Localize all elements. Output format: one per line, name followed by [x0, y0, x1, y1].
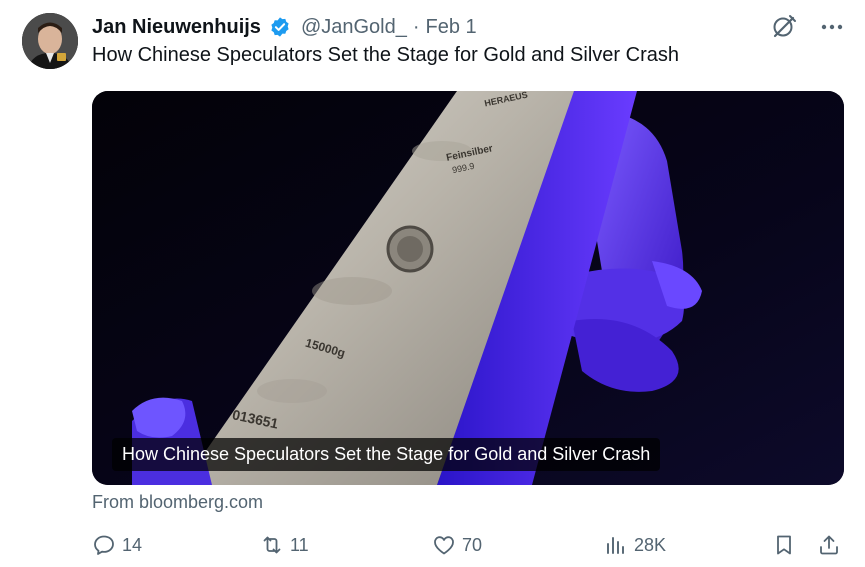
- reply-button[interactable]: 14: [92, 528, 142, 562]
- avatar[interactable]: [22, 13, 78, 69]
- bookmark-icon: [777, 535, 791, 555]
- tweet: Jan Nieuwenhuijs @JanGold_ · Feb 1 How C…: [0, 0, 865, 567]
- share-icon: [820, 535, 838, 555]
- link-card-image[interactable]: HERAEUS Feinsilber 999.9 15000g 013651 H…: [92, 91, 844, 485]
- separator-dot: ·: [412, 15, 420, 38]
- tweet-text: How Chinese Speculators Set the Stage fo…: [92, 44, 679, 66]
- share-button[interactable]: [817, 528, 841, 562]
- avatar-photo: [22, 13, 78, 69]
- retweet-count: 11: [290, 534, 309, 555]
- card-source[interactable]: From bloomberg.com: [92, 492, 263, 513]
- heart-icon: [434, 536, 454, 555]
- like-button[interactable]: 70: [432, 528, 482, 562]
- grok-icon[interactable]: [771, 14, 797, 40]
- top-actions: [771, 14, 845, 40]
- views-count: 28K: [634, 534, 667, 555]
- retweet-button[interactable]: 11: [260, 528, 309, 562]
- tweet-date[interactable]: Feb 1: [426, 16, 477, 39]
- card-caption: How Chinese Speculators Set the Stage fo…: [112, 438, 661, 471]
- tweet-header: Jan Nieuwenhuijs @JanGold_ · Feb 1: [92, 12, 477, 42]
- retweet-icon: [263, 536, 281, 554]
- like-count: 70: [462, 534, 483, 555]
- bookmark-button[interactable]: [772, 528, 796, 562]
- views-icon: [607, 537, 624, 554]
- reply-count: 14: [122, 534, 143, 555]
- views-button[interactable]: 28K: [604, 528, 666, 562]
- author-name[interactable]: Jan Nieuwenhuijs: [92, 16, 261, 39]
- tweet-actions: 14 11 70 28K: [92, 528, 848, 562]
- verified-badge-icon: [271, 17, 289, 37]
- author-handle[interactable]: @JanGold_: [301, 16, 407, 39]
- more-icon[interactable]: [819, 14, 845, 40]
- reply-icon: [94, 535, 114, 555]
